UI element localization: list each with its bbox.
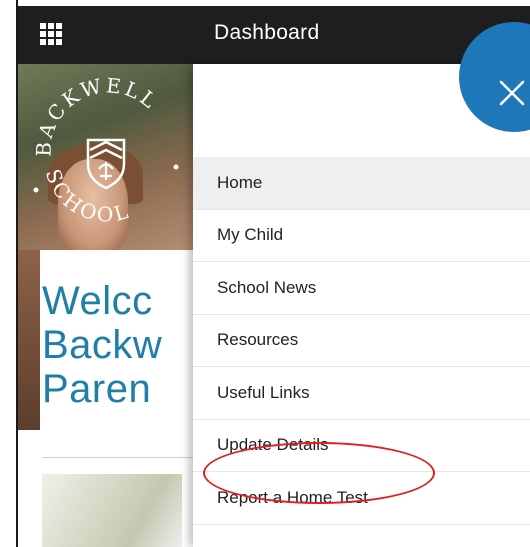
app-frame: Dashboard BACKWELL SCHOOL Welcc Backw Pa…: [16, 0, 530, 547]
menu-item-my-child[interactable]: My Child: [193, 210, 530, 262]
menu-item-label: Useful Links: [217, 382, 310, 402]
menu-item-label: My Child: [217, 225, 284, 245]
menu-item-school-news[interactable]: School News: [193, 262, 530, 315]
menu-item-resources[interactable]: Resources: [193, 315, 530, 367]
hero-image: BACKWELL SCHOOL: [18, 64, 193, 254]
svg-text:BACKWELL: BACKWELL: [31, 73, 163, 157]
menu-item-home[interactable]: Home: [193, 157, 530, 210]
menu-item-useful-links[interactable]: Useful Links: [193, 367, 530, 420]
apps-grid-icon[interactable]: [40, 23, 62, 45]
svg-text:SCHOOL: SCHOOL: [41, 166, 134, 227]
menu-item-label: Resources: [217, 330, 299, 350]
welcome-heading: Welcc Backw Paren: [42, 279, 163, 411]
page-title: Dashboard: [214, 21, 320, 44]
app-header: Dashboard: [18, 6, 530, 64]
close-icon[interactable]: [495, 76, 529, 110]
crest-text-top: BACKWELL: [31, 73, 160, 157]
highlight-annotation-ring: [203, 442, 435, 504]
navigation-drawer: Home My Child School News Resources Usef…: [193, 22, 530, 547]
news-thumbnail: [42, 474, 182, 547]
crest-text-bottom: SCHOOL: [41, 166, 131, 227]
menu-item-label: Home: [217, 172, 263, 192]
school-crest-logo: BACKWELL SCHOOL: [31, 73, 179, 227]
menu-item-label: School News: [217, 277, 317, 297]
divider: [42, 457, 193, 458]
background-page: BACKWELL SCHOOL Welcc Backw Paren: [18, 64, 193, 547]
photo-strip: [18, 250, 40, 430]
